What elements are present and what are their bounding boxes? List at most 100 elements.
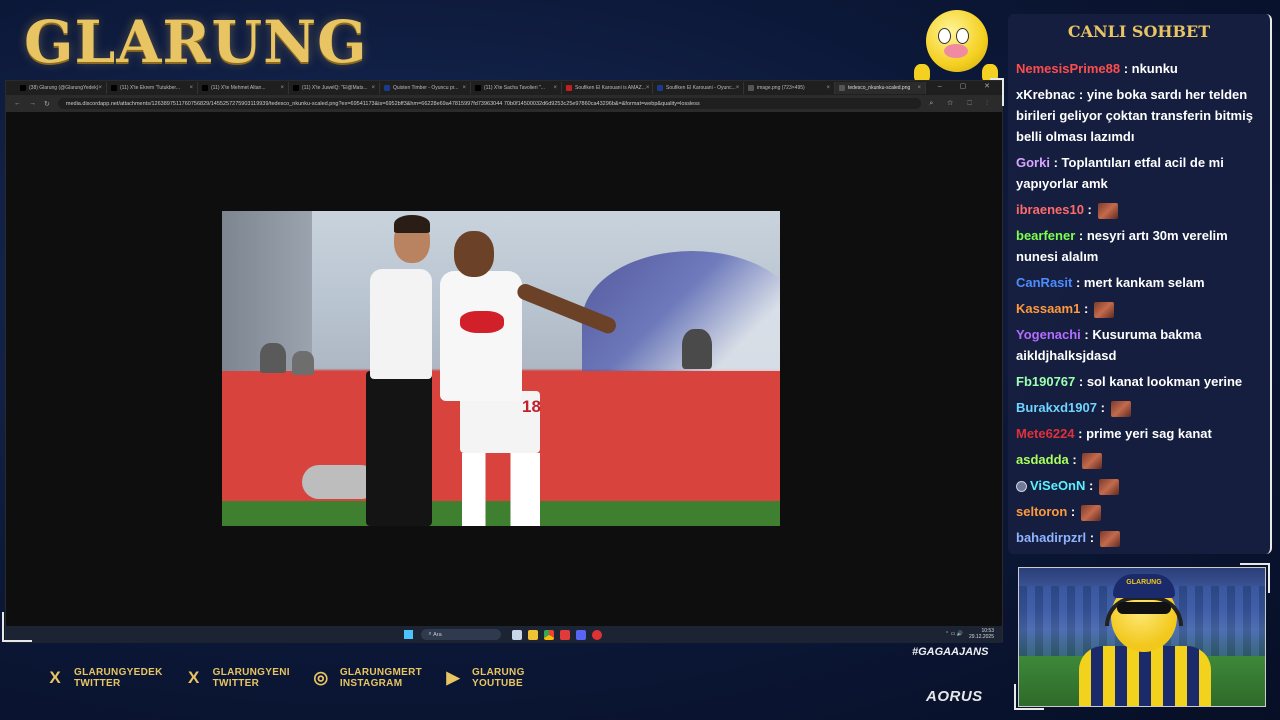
chat-emote-icon xyxy=(1097,202,1118,219)
mascot-bird-icon xyxy=(914,10,998,88)
tab-favicon-icon xyxy=(475,85,481,91)
tab-label: (38) Glarung (@GlarungYedek) xyxy=(29,85,99,91)
tab-label: (11) X'te Ekrem 'Tutukber... xyxy=(120,85,180,91)
chat-username[interactable]: seltoron xyxy=(1016,504,1067,519)
tab-close-icon[interactable]: × xyxy=(646,85,650,91)
taskbar-search[interactable]: ⌕ Ara xyxy=(420,629,501,640)
webcam-feed: GLARUNG xyxy=(1018,567,1266,707)
browser-tab[interactable]: (38) Glarung (@GlarungYedek) × xyxy=(16,82,107,94)
football-photo: 18 xyxy=(222,211,780,526)
file-explorer-icon[interactable] xyxy=(527,629,538,640)
chat-message: Fb190767 : sol kanat lookman yerine xyxy=(1016,374,1243,389)
discord-icon[interactable] xyxy=(575,629,586,640)
tray-icons[interactable]: ⌃ ▭ 🔊 xyxy=(945,631,963,637)
obs-icon[interactable] xyxy=(591,629,602,640)
task-view-icon[interactable] xyxy=(511,629,522,640)
browser-tab[interactable]: (11) X'te JuwelQ: "El@Mats... × xyxy=(289,82,380,94)
instagram-icon: ◎ xyxy=(313,668,329,687)
social-handle: GLARUNGYEDEK xyxy=(74,667,163,678)
address-bar: ← → ↻ media.discordapp.net/attachments/1… xyxy=(6,95,1002,112)
chat-message: CanRasit : mert kankam selam xyxy=(1016,275,1205,290)
chat-username[interactable]: CanRasit xyxy=(1016,275,1072,290)
social-handle: GLARUNG xyxy=(472,667,525,678)
tab-close-icon[interactable]: × xyxy=(280,85,284,91)
back-icon[interactable]: ← xyxy=(14,100,21,107)
x-icon: X xyxy=(187,668,200,687)
tab-close-icon[interactable]: × xyxy=(371,85,375,91)
cap-text: GLARUNG xyxy=(1126,579,1162,586)
chat-message-text: prime yeri sag kanat xyxy=(1086,426,1212,441)
chat-message: seltoron : xyxy=(1016,501,1266,522)
tab-close-icon[interactable]: × xyxy=(98,85,102,91)
tab-favicon-icon xyxy=(293,85,299,91)
chat-username[interactable]: Fb190767 xyxy=(1016,374,1075,389)
browser-tab[interactable]: Quisten Timber - Oyuncu pr... × xyxy=(380,82,471,94)
chat-username[interactable]: NemesisPrime88 xyxy=(1016,61,1120,76)
social-platform: YOUTUBE xyxy=(472,678,523,689)
chat-message: xKrebnac : yine boka sardı her telden bi… xyxy=(1016,87,1253,144)
chrome-icon[interactable] xyxy=(543,629,554,640)
tab-favicon-icon xyxy=(657,85,663,91)
chat-emote-icon xyxy=(1093,301,1114,318)
social-link[interactable]: X GLARUNGYENI TWITTER xyxy=(183,667,290,689)
browser-tab[interactable]: Soufiken El Karouani is AMAZ... × xyxy=(562,82,653,94)
forward-icon[interactable]: → xyxy=(29,100,36,107)
windows-taskbar: ⌕ Ara ⌃ ▭ 🔊 10:53 29.12.2025 xyxy=(6,626,1002,643)
chat-username[interactable]: ibraenes10 xyxy=(1016,202,1084,217)
coach-figure xyxy=(370,269,432,379)
tab-close-icon[interactable]: × xyxy=(917,85,921,91)
chat-message: ViSeOnN : xyxy=(1016,475,1266,496)
taskbar-search-placeholder: Ara xyxy=(433,631,442,638)
chat-username[interactable]: Gorki xyxy=(1016,155,1050,170)
chat-username[interactable]: ViSeOnN xyxy=(1030,478,1085,493)
system-tray[interactable]: ⌃ ▭ 🔊 10:53 29.12.2025 xyxy=(945,628,994,640)
social-link[interactable]: ◎ GLARUNGMERT INSTAGRAM xyxy=(310,667,422,689)
chat-emote-icon xyxy=(1098,478,1119,495)
tab-close-icon[interactable]: × xyxy=(826,85,830,91)
image-viewer: 18 xyxy=(6,112,1002,626)
captured-browser-window: (38) Glarung (@GlarungYedek) × (11) X'te E… xyxy=(5,80,1003,643)
chat-username[interactable]: Mete6224 xyxy=(1016,426,1075,441)
chat-username[interactable]: bearfener xyxy=(1016,228,1075,243)
tab-close-icon[interactable]: × xyxy=(736,85,740,91)
windows-start-icon[interactable] xyxy=(403,630,413,639)
chat-message: Gorki : Toplantıları etfal acil de mi ya… xyxy=(1016,155,1224,191)
browser-toolbar-icons[interactable]: ⌕ ☆ ⬚ ⋮ xyxy=(929,100,994,108)
browser-tab[interactable]: image.png (723×495) × xyxy=(744,82,835,94)
chat-message: Kassaam1 : xyxy=(1016,298,1266,319)
browser-tab[interactable]: tedesco_nkunku-scaled.png × xyxy=(835,82,926,94)
browser-tab[interactable]: (11) X'te Sacha Tavolieri "... × xyxy=(471,82,562,94)
tab-close-icon[interactable]: × xyxy=(462,85,466,91)
tab-favicon-icon xyxy=(839,85,845,91)
browser-tab[interactable]: Soufiken El Karouani - Oyunc... × xyxy=(653,82,744,94)
social-platform: INSTAGRAM xyxy=(339,678,403,689)
shield-app-icon[interactable] xyxy=(559,629,570,640)
social-link[interactable]: X GLARUNGYEDEK TWITTER xyxy=(44,667,163,689)
social-link[interactable]: ▶ GLARUNG YOUTUBE xyxy=(442,667,525,689)
chat-message: asdadda : xyxy=(1016,449,1266,470)
reload-icon[interactable]: ↻ xyxy=(44,100,50,108)
tab-close-icon[interactable]: × xyxy=(553,85,557,91)
chat-username[interactable]: xKrebnac xyxy=(1016,87,1075,102)
window-controls[interactable]: – ▢ ✕ xyxy=(938,82,998,90)
url-field[interactable]: media.discordapp.net/attachments/1263897… xyxy=(57,98,922,109)
chat-message: Mete6224 : prime yeri sag kanat xyxy=(1016,426,1212,441)
chat-username[interactable]: Yogenachi xyxy=(1016,327,1081,342)
tab-label: image.png (723×495) xyxy=(757,85,805,91)
chat-message: NemesisPrime88 : nkunku xyxy=(1016,61,1178,76)
chat-panel: CANLI SOHBET NemesisPrime88 : nkunku xKre… xyxy=(1008,14,1272,554)
chat-username[interactable]: Kassaam1 xyxy=(1016,301,1080,316)
chat-emote-icon xyxy=(1082,452,1103,469)
chat-username[interactable]: bahadirpzrl xyxy=(1016,530,1086,545)
hashtag: #GAGAAJANS xyxy=(912,646,989,658)
tab-close-icon[interactable]: × xyxy=(189,85,193,91)
taskbar-clock[interactable]: 10:53 29.12.2025 xyxy=(969,628,994,640)
browser-tab[interactable]: (11) X'te Mehmet Altan... × xyxy=(198,82,289,94)
chat-username[interactable]: Burakxd1907 xyxy=(1016,400,1097,415)
tab-label: Soufiken El Karouani is AMAZ... xyxy=(575,85,646,91)
browser-tab[interactable]: (11) X'te Ekrem 'Tutukber... × xyxy=(107,82,198,94)
stream-logo: GLARUNG xyxy=(24,8,368,76)
x-icon: X xyxy=(49,668,61,687)
chat-username[interactable]: asdadda xyxy=(1016,452,1069,467)
chat-message-text: mert kankam selam xyxy=(1083,275,1205,290)
